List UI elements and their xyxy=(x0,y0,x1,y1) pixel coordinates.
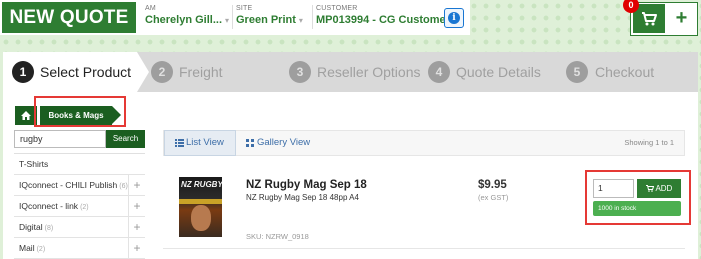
view-toggle-bar xyxy=(163,130,685,156)
info-icon: i xyxy=(448,12,460,24)
expand-plus-icon[interactable]: + xyxy=(128,217,145,237)
category-count: (2) xyxy=(36,246,46,253)
list-view-label[interactable]: List View xyxy=(186,137,224,148)
product-name[interactable]: NZ Rugby Mag Sep 18 xyxy=(246,179,367,191)
step-1-label[interactable]: Select Product xyxy=(40,62,131,82)
expand-plus-icon[interactable]: + xyxy=(128,238,145,258)
customer-value[interactable]: MP013994 - CG Customer xyxy=(316,13,450,28)
am-field[interactable]: AM Cherelyn Gill... ▾ xyxy=(145,4,230,32)
product-description: NZ Rugby Mag Sep 18 48pp A4 xyxy=(246,193,359,202)
grid-icon xyxy=(246,139,254,147)
site-value-text: Green Print xyxy=(236,14,296,26)
results-count: Showing 1 to 1 xyxy=(624,138,674,147)
category-item[interactable]: Mail (2) + xyxy=(14,238,145,259)
stock-badge: 1000 in stock xyxy=(593,201,681,216)
thumbnail-band xyxy=(179,199,222,204)
expand-plus-icon[interactable]: + xyxy=(128,196,145,216)
category-list: T-Shirts IQconnect - CHILI Publish (6) + … xyxy=(14,153,145,259)
customer-label: CUSTOMER xyxy=(316,5,358,12)
step-4-number: 4 xyxy=(428,61,450,83)
category-name: IQconnect - link xyxy=(19,201,79,211)
step-2-label[interactable]: Freight xyxy=(179,62,223,82)
category-count: (2) xyxy=(80,204,89,211)
category-name: IQconnect - CHILI Publish xyxy=(19,180,118,190)
thumbnail-title: NZ RUGBY xyxy=(181,180,222,189)
quote-title: NEW QUOTE xyxy=(2,2,136,33)
gallery-view-label[interactable]: Gallery View xyxy=(257,137,310,148)
step-3-label[interactable]: Reseller Options xyxy=(317,62,421,82)
am-label: AM xyxy=(145,5,156,12)
am-value[interactable]: Cherelyn Gill... ▾ xyxy=(145,13,230,28)
step-arrow xyxy=(137,52,149,92)
site-field[interactable]: SITE Green Print ▾ xyxy=(236,4,312,32)
category-name: Digital xyxy=(19,222,43,232)
category-count: (6) xyxy=(119,183,128,190)
list-icon xyxy=(175,139,184,147)
thumbnail-portrait xyxy=(191,205,211,231)
breadcrumb-highlight xyxy=(34,96,126,127)
add-button-label: ADD xyxy=(655,184,673,193)
price-note: (ex GST) xyxy=(478,193,509,202)
step-3-number: 3 xyxy=(289,61,311,83)
add-button[interactable]: ADD xyxy=(637,179,681,198)
category-item[interactable]: Digital (8) + xyxy=(14,217,145,238)
header-separator xyxy=(232,5,233,29)
category-item[interactable]: IQconnect - link (2) + xyxy=(14,196,145,217)
product-thumbnail[interactable]: NZ RUGBY xyxy=(179,177,222,237)
search-button[interactable]: Search xyxy=(106,130,145,148)
category-item[interactable]: IQconnect - CHILI Publish (6) + xyxy=(14,175,145,196)
step-5-label[interactable]: Checkout xyxy=(595,62,654,82)
plus-icon: + xyxy=(675,7,688,29)
step-4-label[interactable]: Quote Details xyxy=(456,62,541,82)
step-5-number: 5 xyxy=(566,61,588,83)
cart-small-icon xyxy=(645,185,654,192)
header-separator xyxy=(312,5,313,29)
category-name: T-Shirts xyxy=(19,159,49,169)
step-2-number: 2 xyxy=(151,61,173,83)
expand-plus-icon[interactable]: + xyxy=(128,175,145,195)
quantity-input[interactable]: 1 xyxy=(593,179,634,198)
chevron-down-icon: ▾ xyxy=(225,16,230,25)
product-sku: SKU: NZRW_0918 xyxy=(246,232,309,241)
category-item[interactable]: T-Shirts xyxy=(14,154,145,175)
info-button[interactable]: i xyxy=(444,8,464,28)
chevron-down-icon: ▾ xyxy=(298,16,303,25)
category-name: Mail xyxy=(19,243,35,253)
product-price: $9.95 xyxy=(478,179,507,191)
product-divider xyxy=(163,248,685,249)
category-count: (8) xyxy=(44,225,54,232)
customer-field[interactable]: CUSTOMER MP013994 - CG Customer xyxy=(316,4,450,32)
am-value-text: Cherelyn Gill... xyxy=(145,14,223,26)
new-item-button[interactable]: + xyxy=(667,4,696,33)
site-value[interactable]: Green Print ▾ xyxy=(236,13,312,28)
step-1-number: 1 xyxy=(12,61,34,83)
site-label: SITE xyxy=(236,5,253,12)
search-input[interactable]: rugby xyxy=(14,130,106,148)
